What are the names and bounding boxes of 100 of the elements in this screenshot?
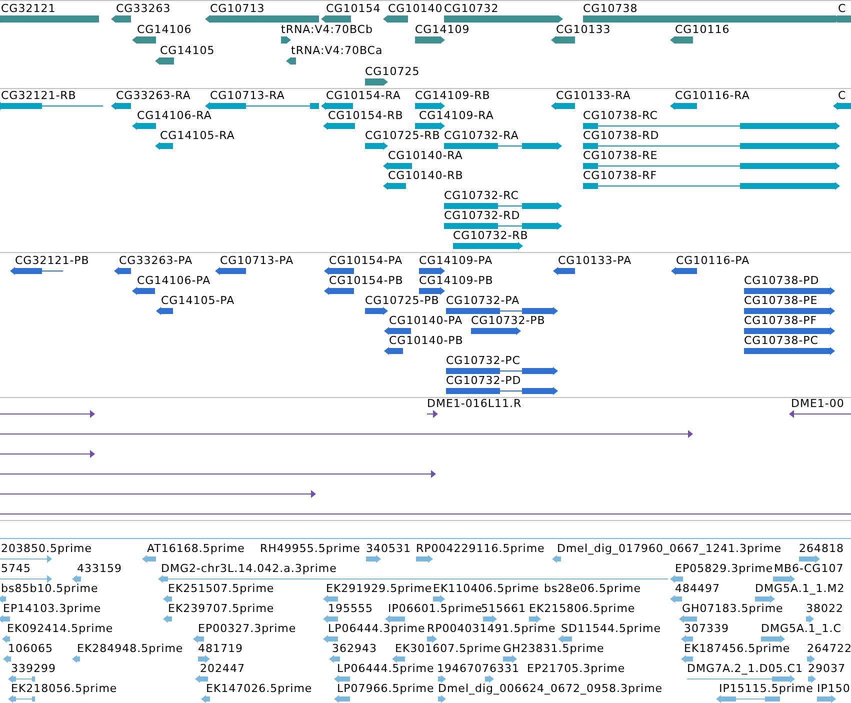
feature-label: CG10738-RE — [583, 150, 658, 162]
feature-label: 340531 — [366, 543, 411, 555]
feature-label: IP15115.5prime — [719, 683, 814, 695]
feature-label: CG10154-RA — [326, 90, 401, 102]
feature-label: IP150 — [817, 683, 850, 695]
feature-label: CG10738-PF — [744, 315, 818, 327]
feature-label: IP06601.5prime — [388, 603, 482, 615]
feature-label: 202447 — [200, 663, 245, 675]
feature-label: CG14109-RA — [419, 110, 494, 122]
feature-label: 19467076331 — [437, 663, 520, 675]
feature-label: EK187456.5prime — [684, 643, 790, 655]
feature-label: CG10738-RF — [583, 170, 658, 182]
feature-label: CG32121 — [1, 3, 56, 15]
feature-label: CG14109-PB — [419, 275, 494, 287]
feature-label: CG10725 — [365, 66, 420, 78]
feature-label: DMG2-chr3L.14.042.a.3prime — [161, 563, 337, 575]
feature-label: EK251507.5prime — [168, 583, 274, 595]
feature-label: CG33263 — [116, 3, 171, 15]
feature-label: Dmel_dig_017960_0667_1241.3prime — [557, 543, 782, 555]
feature-label: CG10732-RC — [444, 190, 519, 202]
feature-label: C — [838, 3, 846, 15]
feature-label: CG10140-RA — [388, 150, 463, 162]
feature-label: DMG5A.1_1.M2 — [755, 583, 845, 595]
feature-label: CG14109 — [415, 24, 470, 36]
feature-label: tRNA:V4:70BCa — [291, 45, 383, 57]
feature-label: CG10116 — [675, 24, 730, 36]
feature-label: 307339 — [684, 623, 729, 635]
feature-label: 484497 — [675, 583, 720, 595]
feature-label: 5745 — [1, 563, 31, 575]
feature-label: 339299 — [11, 663, 56, 675]
feature-label: GH23831.5prime — [503, 643, 604, 655]
feature-label: EK110406.5prime — [433, 583, 540, 595]
feature-label: 515661 — [481, 603, 526, 615]
feature-label: SD11544.5prime — [561, 623, 661, 635]
feature-label: CG10732-RA — [444, 130, 519, 142]
feature-label: CG10116-RA — [675, 90, 750, 102]
feature-label: EP05829.3prime — [675, 563, 774, 575]
feature-label: EP00327.3prime — [198, 623, 296, 635]
feature-label: RH49955.5prime — [260, 543, 360, 555]
feature-label: Dmel_dig_006624_0672_0958.3prime — [438, 683, 663, 695]
feature-label: CG10732-RD — [444, 210, 520, 222]
feature-label: bs85b10.5prime — [1, 583, 98, 595]
feature-label: CG10732-PA — [446, 295, 520, 307]
feature-label: EK239707.5prime — [168, 603, 274, 615]
feature-label: bs28e06.5prime — [544, 583, 642, 595]
feature-label: CG14105 — [160, 45, 215, 57]
feature-label: 38022 — [806, 603, 844, 615]
feature-label: CG10140-PB — [389, 335, 464, 347]
feature-label: tRNA:V4:70BCb — [281, 24, 373, 36]
feature-label: CG10732-PC — [446, 355, 520, 367]
feature-label: DME1-00 — [791, 398, 844, 410]
feature-label: CG10713-RA — [210, 90, 285, 102]
feature-label: CG14109-RB — [415, 90, 490, 102]
feature-label: CG10140-PA — [389, 315, 463, 327]
feature-label: CG33263-PA — [119, 255, 193, 267]
feature-label: 106065 — [8, 643, 53, 655]
feature-label: CG10732-PD — [446, 375, 522, 387]
feature-label: AT16168.5prime — [147, 543, 245, 555]
feature-label: CG10713-PA — [220, 255, 294, 267]
feature-label: EK092414.5prime — [7, 623, 114, 635]
feature-label: CG10133-PA — [558, 255, 632, 267]
feature-label: RP004031491.5prime — [427, 623, 556, 635]
feature-label: CG10725-PB — [365, 295, 440, 307]
feature-label: DME1-016L11.R — [427, 398, 522, 410]
feature-label: CG10140 — [388, 3, 443, 15]
feature-label: CG10738-RC — [583, 110, 658, 122]
feature-label: GH07183.5prime — [682, 603, 784, 615]
feature-label: CG14105-PA — [161, 295, 235, 307]
feature-label: EP14103.3prime — [3, 603, 102, 615]
feature-label: CG10154-RB — [328, 110, 404, 122]
feature-label: CG14109-PA — [419, 255, 493, 267]
feature-label: LP06444.5prime — [337, 663, 434, 675]
feature-label: CG10116-PA — [676, 255, 750, 267]
feature-label: CG10133 — [556, 24, 611, 36]
feature-label: EK218056.5prime — [11, 683, 118, 695]
feature-label: CG10713 — [210, 3, 265, 15]
feature-label: DMG5A.1_1.C — [761, 623, 842, 635]
feature-label: CG32121-PB — [15, 255, 90, 267]
feature-label: EK301607.5prime — [395, 643, 502, 655]
feature-label: EK291929.5prime — [326, 583, 432, 595]
feature-label: 481719 — [198, 643, 243, 655]
feature-label: LP06444.3prime — [328, 623, 426, 635]
feature-label: 195555 — [328, 603, 373, 615]
feature-label: CG10732-RB — [453, 230, 528, 242]
feature-label: CG10738-PD — [744, 275, 820, 287]
feature-label: EK215806.5prime — [529, 603, 636, 615]
feature-label: CG10738-PC — [744, 335, 818, 347]
feature-label: CG10133-RA — [556, 90, 631, 102]
feature-label: 264818 — [799, 543, 844, 555]
feature-label: EP21705.3prime — [527, 663, 626, 675]
feature-label: CG33263-RA — [116, 90, 191, 102]
feature-label: 264722 — [807, 643, 851, 655]
feature-label: CG10732 — [444, 3, 499, 15]
feature-label: EK147026.5prime — [206, 683, 312, 695]
feature-label: C — [838, 90, 846, 102]
feature-label: CG10154 — [326, 3, 381, 15]
feature-label: CG10725-RB — [365, 130, 440, 142]
feature-label: CG10154-PA — [329, 255, 403, 267]
feature-label: 203850.5prime — [1, 543, 92, 555]
feature-label: CG10154-PB — [329, 275, 404, 287]
